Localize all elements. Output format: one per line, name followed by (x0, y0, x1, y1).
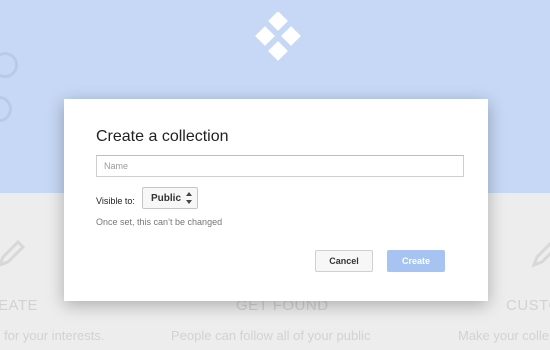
pencil-icon (531, 241, 550, 268)
feature-text: People can follow all of your public (171, 328, 371, 343)
feature-heading: EATE (0, 297, 39, 314)
up-down-arrows-icon (186, 192, 192, 204)
visibility-hint: Once set, this can’t be changed (96, 217, 223, 227)
feature-text: for your interests. (4, 328, 105, 343)
visibility-select[interactable]: Public (142, 187, 198, 209)
dialog-title: Create a collection (96, 128, 229, 145)
visible-to-label: Visible to: (96, 196, 135, 206)
pencil-icon (0, 239, 26, 267)
feature-heading: CUSTO (506, 297, 550, 314)
collection-name-input[interactable] (96, 155, 464, 177)
create-button[interactable]: Create (387, 250, 445, 272)
feature-text: Make your colle (458, 328, 550, 343)
cancel-button[interactable]: Cancel (315, 250, 373, 272)
collections-logo-icon (255, 12, 301, 61)
create-collection-dialog: Create a collection Visible to: Public O… (64, 99, 488, 301)
visibility-selected-value: Public (151, 193, 182, 204)
